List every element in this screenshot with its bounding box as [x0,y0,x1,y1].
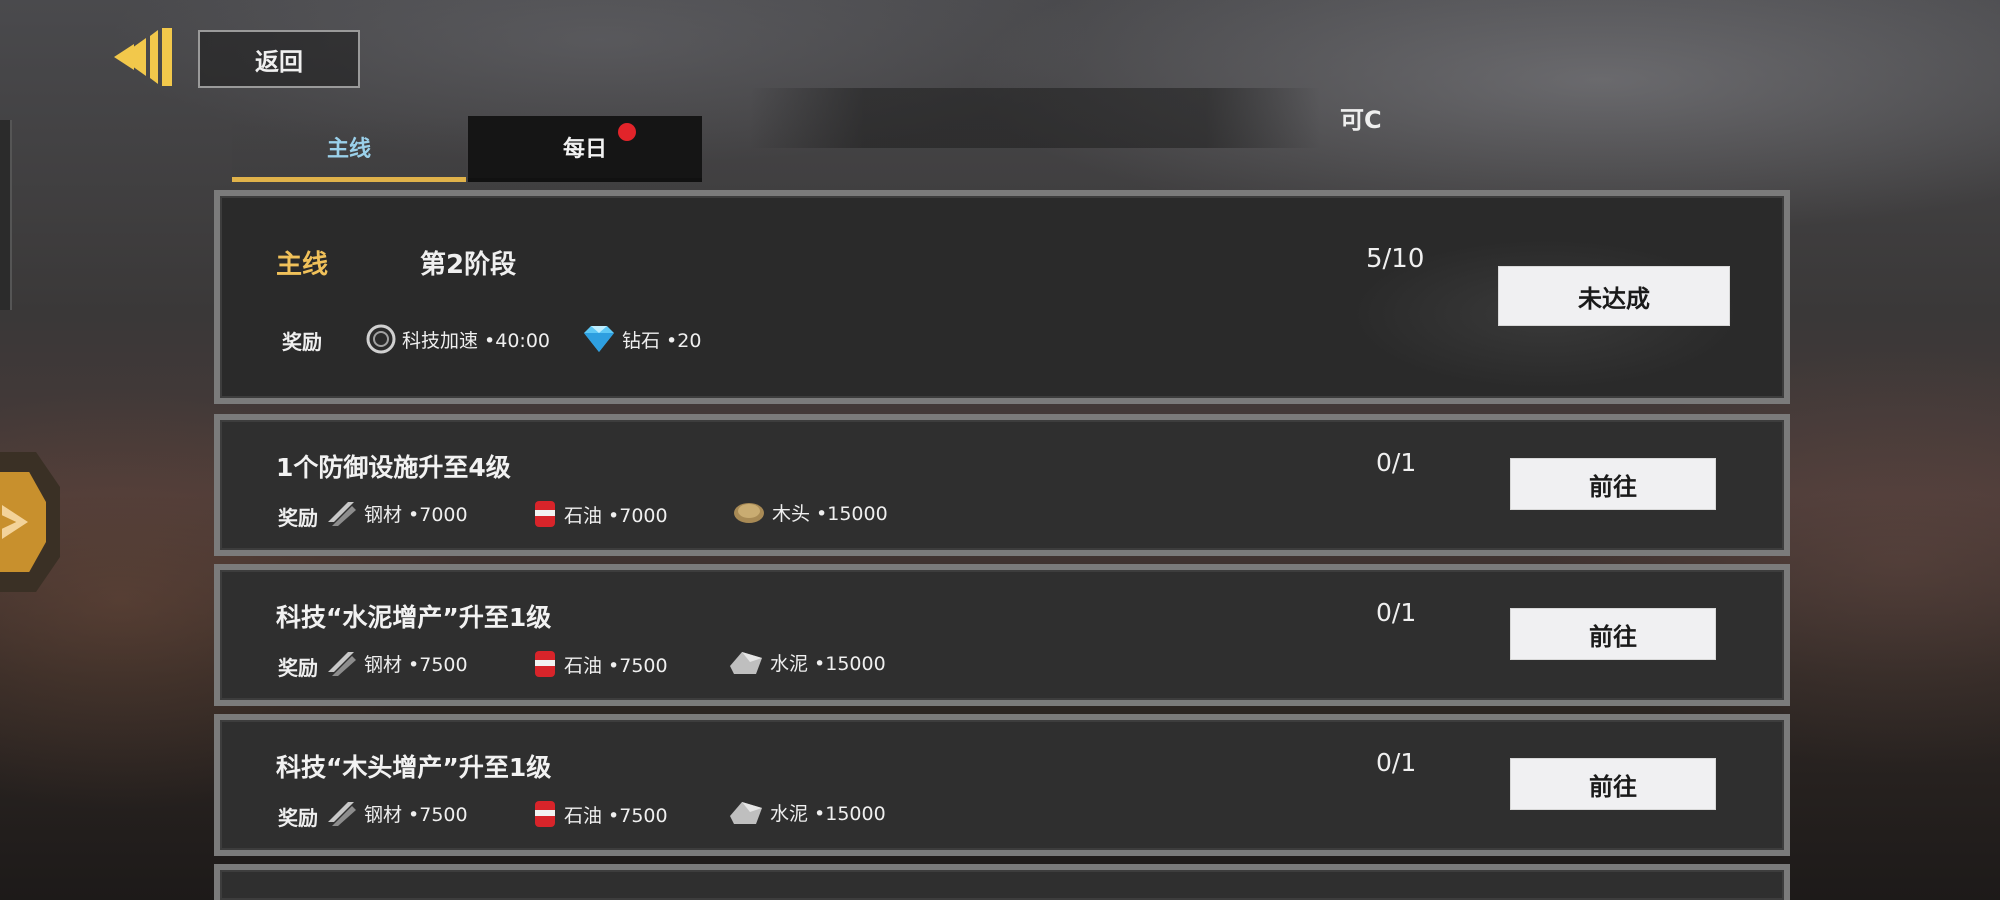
task-progress: 0/1 [1376,448,1417,477]
go-button[interactable]: 前往 [1510,758,1716,810]
reward-item: 石油 •7500 [532,648,668,680]
go-button[interactable]: 前往 [1510,608,1716,660]
tab-daily-quest[interactable]: 每日 [468,116,702,182]
back-button[interactable] [112,28,174,86]
quest-stage: 第2阶段 [420,250,517,280]
task-title: 科技“水泥增产”升至1级 [276,603,552,632]
oil-icon [535,651,555,677]
reward-text: 水泥 •15000 [770,652,886,675]
cement-icon [730,802,762,824]
reward-text: 科技加速 •40:00 [402,329,551,352]
reward-label: 奖励 [282,330,322,354]
quest-progress: 5/10 [1366,244,1425,274]
reward-text: 木头 •15000 [772,502,888,525]
task-progress: 0/1 [1376,748,1417,777]
oil-icon [535,801,555,827]
reward-text: 石油 •7500 [564,654,668,677]
task-title: 科技“木头增产”升至1级 [276,753,552,782]
go-button[interactable]: 前往 [1510,458,1716,510]
task-panel: 科技“水泥增产”升至1级 0/1 奖励 钢材 •7500 石油 •7500 水泥… [214,564,1790,706]
top-hint-text: 可C [1340,106,1382,134]
reward-text: 钢材 •7000 [364,503,468,526]
reward-item: 钢材 •7000 [326,498,468,528]
task-panel: 科技“木头增产”升至1级 0/1 奖励 钢材 •7500 石油 •7500 水泥… [214,714,1790,856]
task-title: 1个防御设施升至4级 [276,453,511,482]
reward-label: 奖励 [278,656,318,680]
reward-item: 石油 •7000 [532,498,668,530]
reward-item: 钢材 •7500 [326,798,468,828]
quest-kind: 主线 [276,250,329,280]
steel-icon [328,802,356,826]
reward-item: 木头 •15000 [732,498,888,526]
back-label[interactable]: 返回 [198,30,360,88]
back-arrow-icon [114,28,172,86]
cement-icon [730,652,762,674]
steel-icon [328,502,356,526]
diamond-icon [584,326,614,352]
reward-text: 石油 •7500 [564,804,668,827]
steel-icon [328,652,356,676]
reward-text: 钢材 •7500 [364,653,468,676]
reward-item: 水泥 •15000 [728,648,886,676]
reward-item: 石油 •7500 [532,798,668,830]
reward-text: 钢材 •7500 [364,803,468,826]
task-panel: 1个防御设施升至4级 0/1 奖励 钢材 •7000 石油 •7000 木头 •… [214,414,1790,556]
reward-item: 科技加速 •40:00 [366,324,550,354]
background-banner [750,88,1320,148]
reward-item: 钢材 •7500 [326,648,468,678]
coin-icon [366,324,396,354]
reward-text: 水泥 •15000 [770,802,886,825]
reward-item: 水泥 •15000 [728,798,886,826]
not-reached-button[interactable]: 未达成 [1498,266,1730,326]
side-drawer-tab[interactable] [0,120,12,310]
reward-text: 钻石 •20 [622,329,702,352]
reward-item: 钻石 •20 [582,324,701,354]
tab-daily-label: 每日 [562,137,607,162]
main-quest-panel: 主线 第2阶段 5/10 奖励 科技加速 •40:00 钻石 •20 未达成 [214,190,1790,404]
oil-icon [535,501,555,527]
wood-icon [734,503,764,523]
reward-text: 石油 •7000 [564,504,668,527]
task-panel-partial [214,864,1790,900]
task-progress: 0/1 [1376,598,1417,627]
reward-label: 奖励 [278,806,318,830]
tab-main-label: 主线 [326,136,371,162]
reward-label: 奖励 [278,506,318,530]
tab-main-quest[interactable]: 主线 [232,116,466,182]
notification-badge [618,123,636,141]
